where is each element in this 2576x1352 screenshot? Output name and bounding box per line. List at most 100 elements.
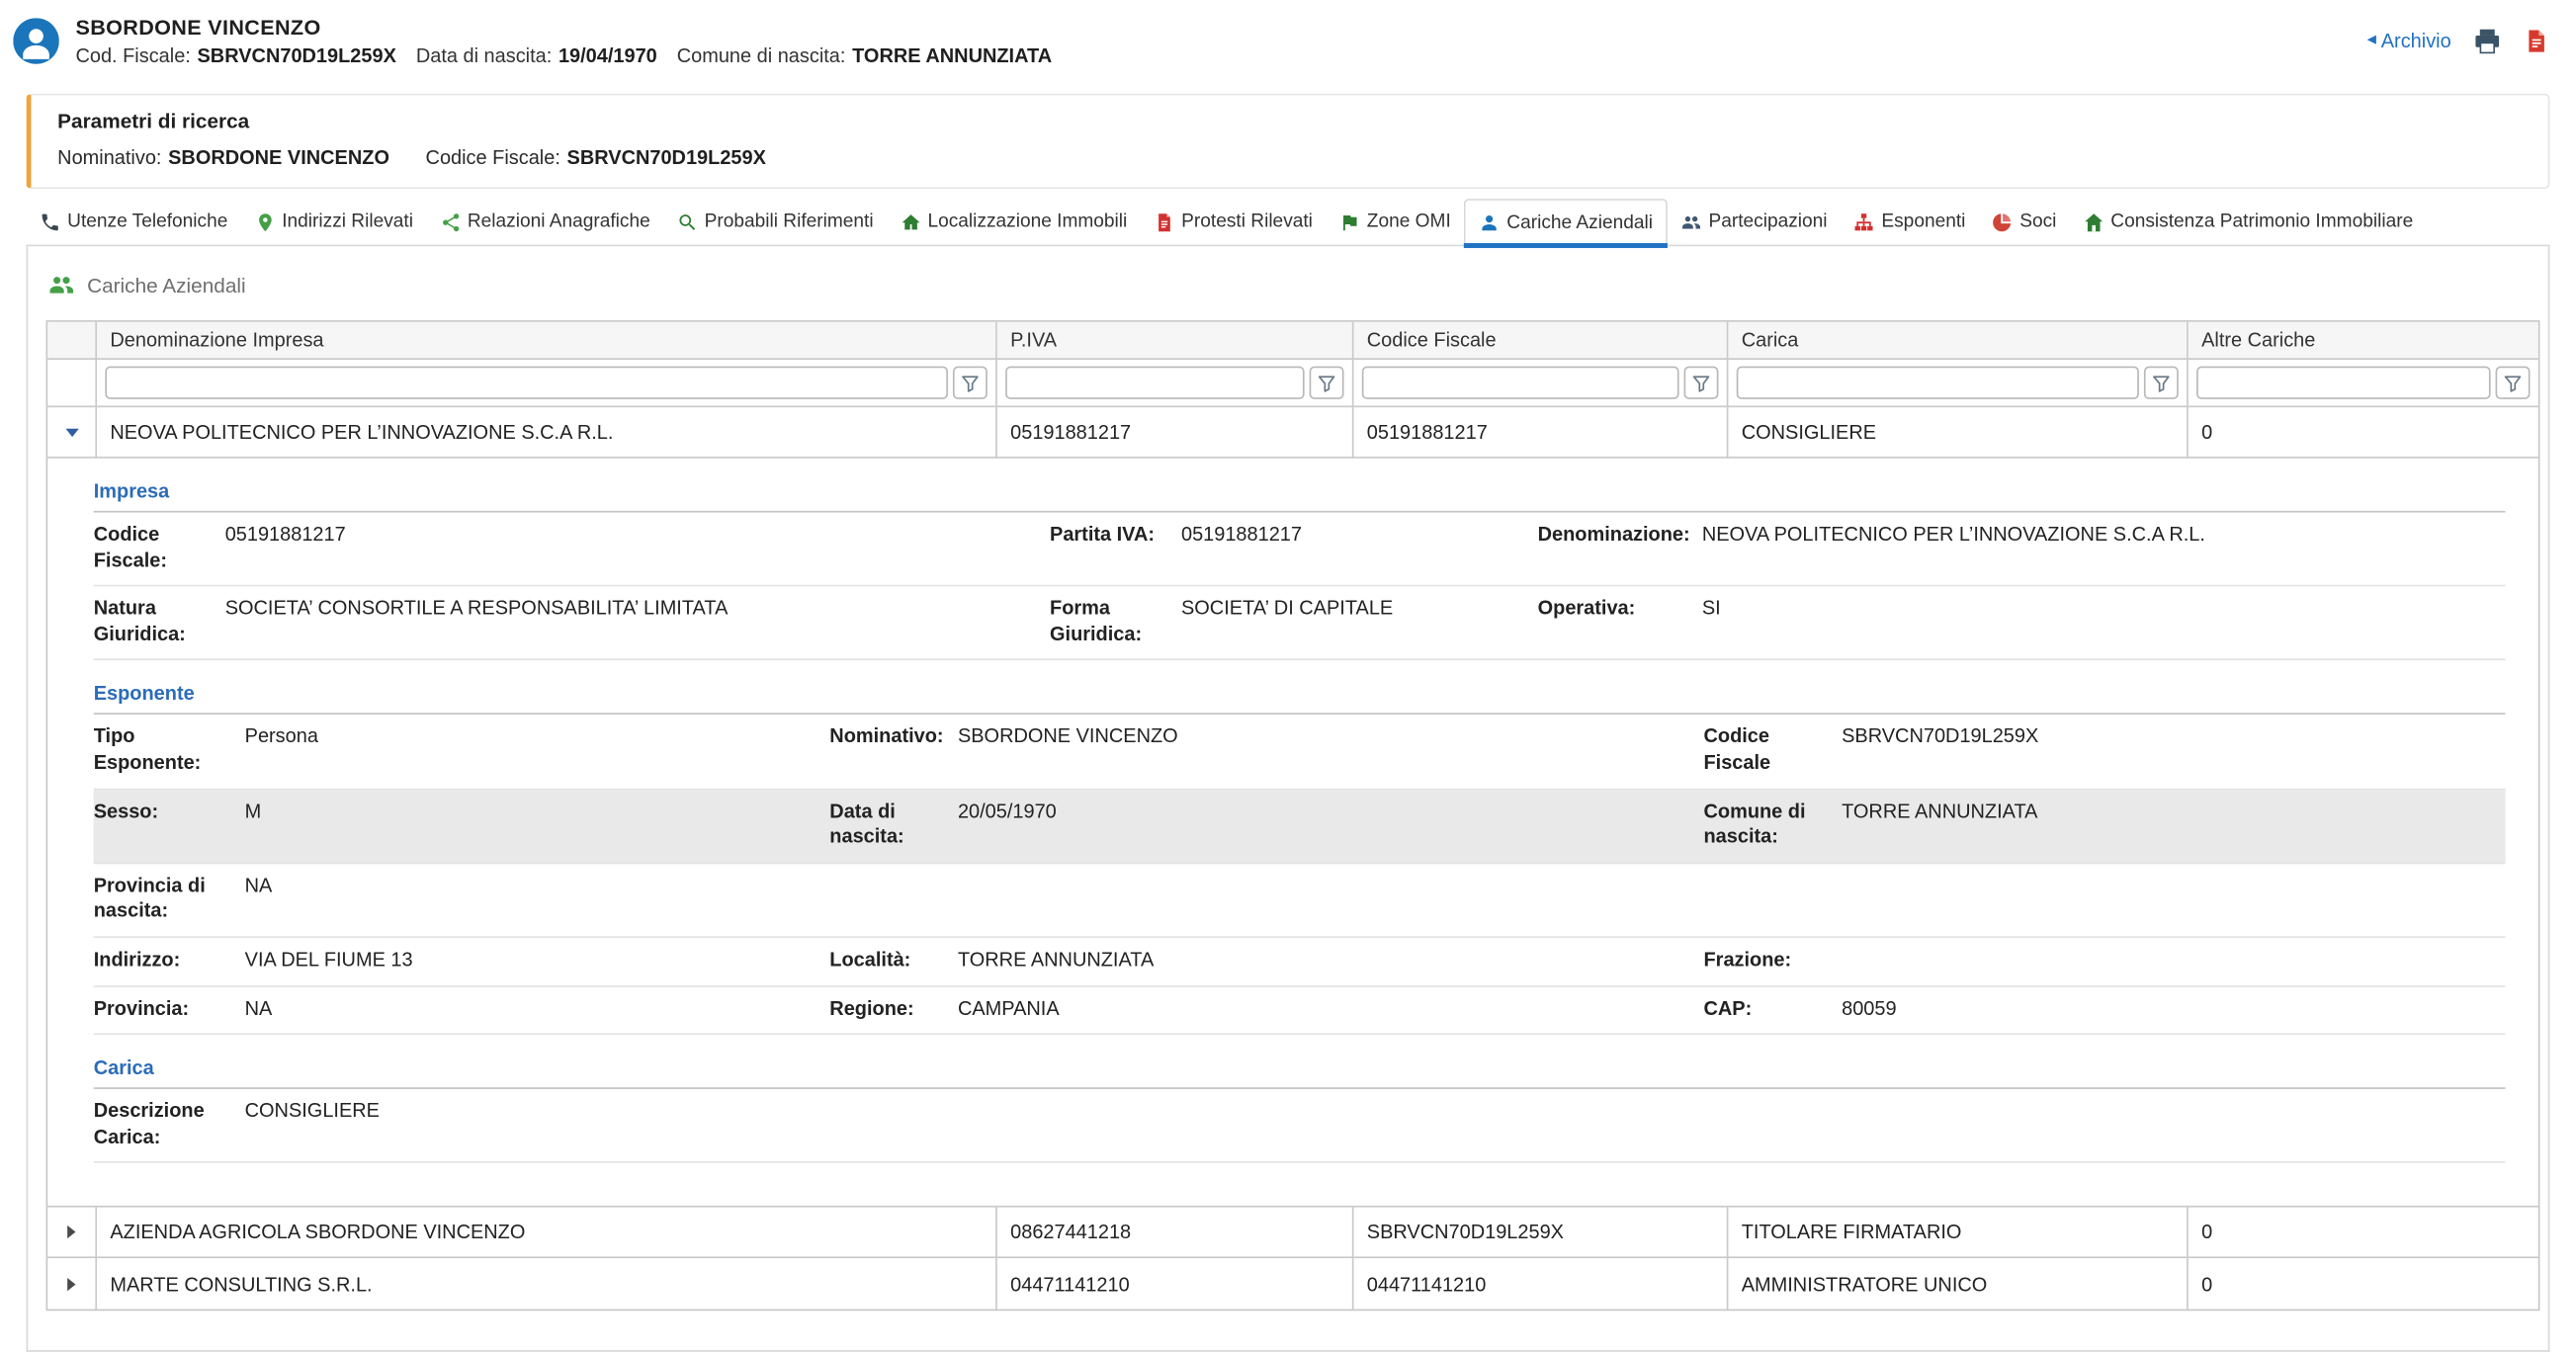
field-label: Descrizione Carica:	[94, 1099, 245, 1150]
table-row-2[interactable]: AZIENDA AGRICOLA SBORDONE VINCENZO 08627…	[47, 1208, 2538, 1259]
tab-consistenza-patrimonio-immobiliare[interactable]: Consistenza Patrimonio Immobiliare	[2070, 199, 2427, 245]
field-label	[829, 874, 958, 925]
carica-section-title: Carica	[94, 1056, 2506, 1089]
comune-nascita-label: Comune di nascita:	[677, 43, 846, 66]
page: SBORDONE VINCENZO Cod. Fiscale:SBRVCN70D…	[0, 0, 2576, 1307]
carica-cell: AMMINISTRATORE UNICO	[1728, 1259, 2188, 1310]
expand-column-header	[47, 322, 97, 360]
tab-zone-omi[interactable]: Zone OMI	[1326, 199, 1464, 245]
pie-chart-icon	[1992, 211, 2014, 233]
col-codice-fiscale: Codice Fiscale	[1353, 322, 1728, 360]
filter-altre-cariche-button[interactable]	[2496, 367, 2531, 399]
filter-altre-cariche-input[interactable]	[2196, 367, 2490, 399]
tab-probabili-riferimenti[interactable]: Probabili Riferimenti	[663, 199, 887, 245]
tab-label: Protesti Rilevati	[1181, 211, 1313, 231]
field-value: SI	[1702, 597, 2506, 648]
tab-soci[interactable]: Soci	[1979, 199, 2070, 245]
col-denominazione-impresa: Denominazione Impresa	[97, 322, 997, 360]
section-title: Cariche Aziendali	[87, 274, 246, 296]
location-pin-icon	[254, 211, 276, 233]
field-label: Forma Giuridica:	[1050, 597, 1181, 648]
field-label: Data di nascita:	[829, 800, 958, 851]
impresa-section: Impresa Codice Fiscale: 05191881217 Part…	[94, 479, 2506, 660]
detail-row: Provincia: NA Regione: CAMPANIA CAP: 800…	[94, 986, 2506, 1035]
field-label: Indirizzo:	[94, 948, 245, 973]
codice-fiscale-cell: 04471141210	[1353, 1259, 1728, 1310]
impresa-section-title: Impresa	[94, 479, 2506, 512]
tab-label: Utenze Telefoniche	[67, 211, 227, 231]
denominazione-cell: AZIENDA AGRICOLA SBORDONE VINCENZO	[97, 1208, 997, 1259]
printer-icon	[2472, 26, 2502, 55]
tab-indirizzi-rilevati[interactable]: Indirizzi Rilevati	[241, 199, 427, 245]
filter-carica-input[interactable]	[1737, 367, 2139, 399]
tab-localizzazione-immobili[interactable]: Localizzazione Immobili	[887, 199, 1141, 245]
field-value	[958, 874, 1704, 925]
tab-utenze-telefoniche[interactable]: Utenze Telefoniche	[27, 199, 241, 245]
tab-cariche-aziendali[interactable]: Cariche Aziendali	[1464, 199, 1668, 245]
detail-row: Descrizione Carica: CONSIGLIERE	[94, 1089, 2506, 1163]
piva-cell: 05191881217	[997, 407, 1354, 459]
tab-relazioni-anagrafiche[interactable]: Relazioni Anagrafiche	[426, 199, 663, 245]
detail-row: Indirizzo: VIA DEL FIUME 13 Località: TO…	[94, 938, 2506, 986]
tab-label: Consistenza Patrimonio Immobiliare	[2110, 211, 2413, 231]
field-value: TORRE ANNUNZIATA	[1842, 800, 2505, 851]
expand-row-button[interactable]	[67, 1225, 75, 1238]
data-nascita-value: 19/04/1970	[558, 43, 657, 66]
print-button[interactable]	[2472, 26, 2502, 55]
funnel-icon	[961, 374, 979, 391]
field-value: Persona	[245, 725, 830, 777]
filter-expand-cell	[47, 360, 97, 407]
field-value: SBORDONE VINCENZO	[958, 725, 1704, 777]
filter-piva-button[interactable]	[1310, 367, 1344, 399]
field-label: Partita IVA:	[1050, 523, 1181, 574]
field-label: Sesso:	[94, 800, 245, 851]
denominazione-cell: MARTE CONSULTING S.R.L.	[97, 1259, 997, 1310]
table-row-1[interactable]: NEOVA POLITECNICO PER L’INNOVAZIONE S.C.…	[47, 407, 2538, 459]
archivio-link[interactable]: ◂Archivio	[2367, 29, 2451, 51]
field-value: VIA DEL FIUME 13	[245, 948, 830, 973]
comune-nascita-value: TORRE ANNUNZIATA	[852, 43, 1052, 66]
tab-esponenti[interactable]: Esponenti	[1841, 199, 1979, 245]
field-label	[1703, 874, 1842, 925]
protest-document-icon	[1154, 211, 1175, 233]
field-value: SOCIETA’ CONSORTILE A RESPONSABILITA’ LI…	[225, 597, 1050, 648]
collapse-row-button[interactable]	[65, 428, 78, 436]
expand-row-button[interactable]	[67, 1278, 75, 1291]
codice-fiscale-value: SBRVCN70D19L259X	[567, 146, 766, 169]
field-label: CAP:	[1703, 996, 1842, 1022]
tab-protesti-rilevati[interactable]: Protesti Rilevati	[1141, 199, 1327, 245]
header-actions: ◂Archivio	[2367, 26, 2550, 55]
house-icon	[900, 211, 921, 233]
filter-carica-button[interactable]	[2144, 367, 2179, 399]
filter-codice-fiscale-button[interactable]	[1684, 367, 1719, 399]
tab-partecipazioni[interactable]: Partecipazioni	[1668, 199, 1841, 245]
pdf-export-icon	[2524, 27, 2550, 53]
row-1-detail: Impresa Codice Fiscale: 05191881217 Part…	[47, 459, 2538, 1208]
export-pdf-button[interactable]	[2524, 27, 2550, 53]
person-meta: Cod. Fiscale:SBRVCN70D19L259XData di nas…	[75, 43, 1052, 66]
field-value: NA	[245, 874, 830, 925]
people-icon	[47, 271, 75, 298]
altre-cariche-cell: 0	[2189, 1259, 2538, 1310]
filter-codice-fiscale-input[interactable]	[1362, 367, 1679, 399]
table-header-row: Denominazione Impresa P.IVA Codice Fisca…	[47, 322, 2538, 360]
cariche-table: Denominazione Impresa P.IVA Codice Fisca…	[46, 320, 2540, 1311]
col-altre-cariche: Altre Cariche	[2189, 322, 2538, 360]
field-value: SOCIETA’ DI CAPITALE	[1181, 597, 1538, 648]
filter-denominazione-impresa-input[interactable]	[105, 367, 948, 399]
field-value: 80059	[1842, 996, 2505, 1022]
carica-section: Carica Descrizione Carica: CONSIGLIERE	[94, 1056, 2506, 1163]
field-value: NEOVA POLITECNICO PER L’INNOVAZIONE S.C.…	[1702, 523, 2506, 574]
person-header: SBORDONE VINCENZO Cod. Fiscale:SBRVCN70D…	[0, 0, 2576, 77]
field-value: M	[245, 800, 830, 851]
field-label: Tipo Esponente:	[94, 725, 245, 777]
field-label: Località:	[829, 948, 958, 973]
back-arrow-icon: ◂	[2367, 32, 2376, 49]
carica-cell: TITOLARE FIRMATARIO	[1728, 1208, 2188, 1259]
altre-cariche-cell: 0	[2189, 407, 2538, 459]
funnel-icon	[2152, 374, 2170, 391]
filter-piva-input[interactable]	[1005, 367, 1304, 399]
filter-denominazione-impresa-button[interactable]	[953, 367, 987, 399]
table-row-3[interactable]: MARTE CONSULTING S.R.L. 04471141210 0447…	[47, 1259, 2538, 1310]
detail-row: Tipo Esponente: Persona Nominativo: SBOR…	[94, 716, 2506, 790]
